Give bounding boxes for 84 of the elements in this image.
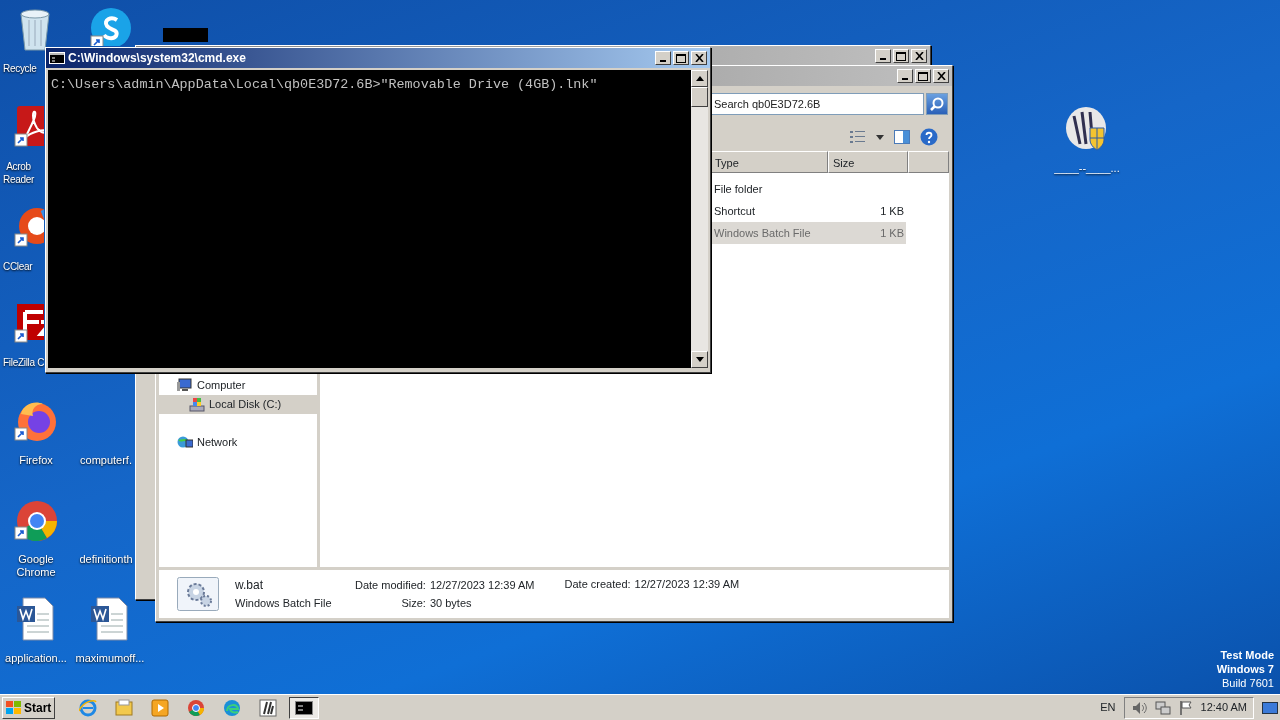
- icon-label[interactable]: CClear: [3, 260, 33, 273]
- scroll-down-icon[interactable]: [695, 357, 704, 362]
- icon-label[interactable]: computerf.: [80, 454, 132, 467]
- nav-item[interactable]: Local Disk (C:): [159, 395, 317, 414]
- scroll-up-icon[interactable]: [695, 76, 704, 81]
- maximize-icon: [896, 51, 906, 61]
- help-icon[interactable]: [920, 128, 938, 146]
- close-button[interactable]: [933, 69, 949, 83]
- icon-label[interactable]: Recycle: [3, 62, 37, 75]
- minimize-button[interactable]: [655, 51, 671, 65]
- windows-logo-icon: [6, 700, 22, 715]
- maximize-button[interactable]: [673, 51, 689, 65]
- censor-bar: [163, 28, 208, 42]
- close-icon: [936, 72, 946, 80]
- taskbar-button[interactable]: [289, 696, 320, 719]
- console-icon: [49, 52, 65, 64]
- media-player-icon: [151, 698, 170, 717]
- language-indicator[interactable]: EN: [1100, 699, 1116, 716]
- view-list-icon[interactable]: [850, 130, 866, 144]
- file-row[interactable]: File folder: [710, 178, 906, 200]
- search-field[interactable]: Search qb0E3D72.6B: [710, 93, 924, 115]
- scroll-down-button[interactable]: [691, 351, 708, 368]
- icon-label[interactable]: Reader: [3, 173, 34, 186]
- search-icon: [930, 97, 944, 111]
- system-notice-text: Windows 7: [1216, 662, 1274, 676]
- console-icon: [295, 698, 314, 717]
- flag-icon[interactable]: [1178, 699, 1193, 716]
- minimize-button[interactable]: [897, 69, 913, 83]
- scroll-up-button[interactable]: [691, 70, 708, 87]
- icon-label[interactable]: FileZilla C: [3, 356, 45, 369]
- icon-label[interactable]: Google: [16, 553, 56, 566]
- detail-value: 12/27/2023 12:39 AM: [634, 577, 740, 592]
- close-icon: [694, 54, 704, 62]
- scroll-thumb[interactable]: [691, 87, 708, 107]
- folder-icon: [115, 698, 134, 717]
- browser-e-icon: [79, 698, 98, 717]
- scrollbar[interactable]: [691, 70, 708, 368]
- edge-icon: [223, 698, 242, 717]
- column-header[interactable]: Size: [828, 151, 908, 173]
- file-type: Windows Batch File: [235, 596, 333, 611]
- close-button[interactable]: [691, 51, 707, 65]
- system-notice-text: Build 7601: [1221, 676, 1274, 690]
- preview-pane-icon[interactable]: [894, 130, 910, 144]
- column-header[interactable]: Type: [710, 151, 828, 173]
- detail-label: Date modified:: [355, 578, 426, 593]
- nav-item[interactable]: Computer: [159, 376, 317, 395]
- icon-label[interactable]: application...: [5, 652, 67, 665]
- dropdown-caret-icon[interactable]: [876, 134, 884, 140]
- computer-icon: [177, 378, 193, 393]
- icon-label[interactable]: ____--____...: [1054, 162, 1120, 175]
- maximize-button[interactable]: [915, 69, 931, 83]
- start-button[interactable]: Start: [2, 696, 56, 719]
- search-button[interactable]: [926, 93, 948, 115]
- maximize-icon: [676, 53, 686, 63]
- icon-label[interactable]: definitionth: [79, 553, 133, 566]
- network-icon: [177, 435, 193, 450]
- drive-icon: [189, 397, 205, 412]
- detail-label: Date created:: [564, 577, 631, 592]
- show-desktop-icon[interactable]: [1262, 700, 1278, 715]
- detail-label: Size:: [400, 596, 426, 611]
- icon-label[interactable]: Acrob: [3, 160, 34, 173]
- close-button[interactable]: [911, 49, 927, 63]
- pdf-icon[interactable]: [13, 104, 44, 150]
- file-name: w.bat: [235, 577, 265, 594]
- maximize-button[interactable]: [893, 49, 909, 63]
- detail-value: 30 bytes: [429, 596, 473, 611]
- console-line: C:\Users\admin\AppData\Local\qb0E3D72.6B>"Removable Drive (4GB).lnk": [51, 76, 599, 94]
- close-icon: [914, 52, 924, 60]
- minimize-button[interactable]: [875, 49, 891, 63]
- gear-file-icon: [177, 577, 219, 611]
- striped-app-icon: [259, 698, 278, 717]
- icon-label[interactable]: maximumoff...: [75, 652, 145, 665]
- window-title: C:\Windows\system32\cmd.exe: [68, 50, 246, 67]
- network-icon[interactable]: [1154, 699, 1171, 716]
- system-notice-text: Test Mode: [1219, 648, 1274, 662]
- chrome-icon: [187, 698, 206, 717]
- column-header[interactable]: [908, 151, 949, 173]
- icon-label[interactable]: Chrome: [16, 566, 56, 579]
- file-row[interactable]: Windows Batch File 1 KB: [710, 222, 906, 244]
- detail-value: 12/27/2023 12:39 AM: [429, 578, 535, 593]
- maximize-icon: [918, 71, 928, 81]
- nav-item[interactable]: Network: [159, 433, 317, 452]
- icon-label[interactable]: Firefox: [19, 454, 53, 467]
- file-row[interactable]: Shortcut 1 KB: [710, 200, 906, 222]
